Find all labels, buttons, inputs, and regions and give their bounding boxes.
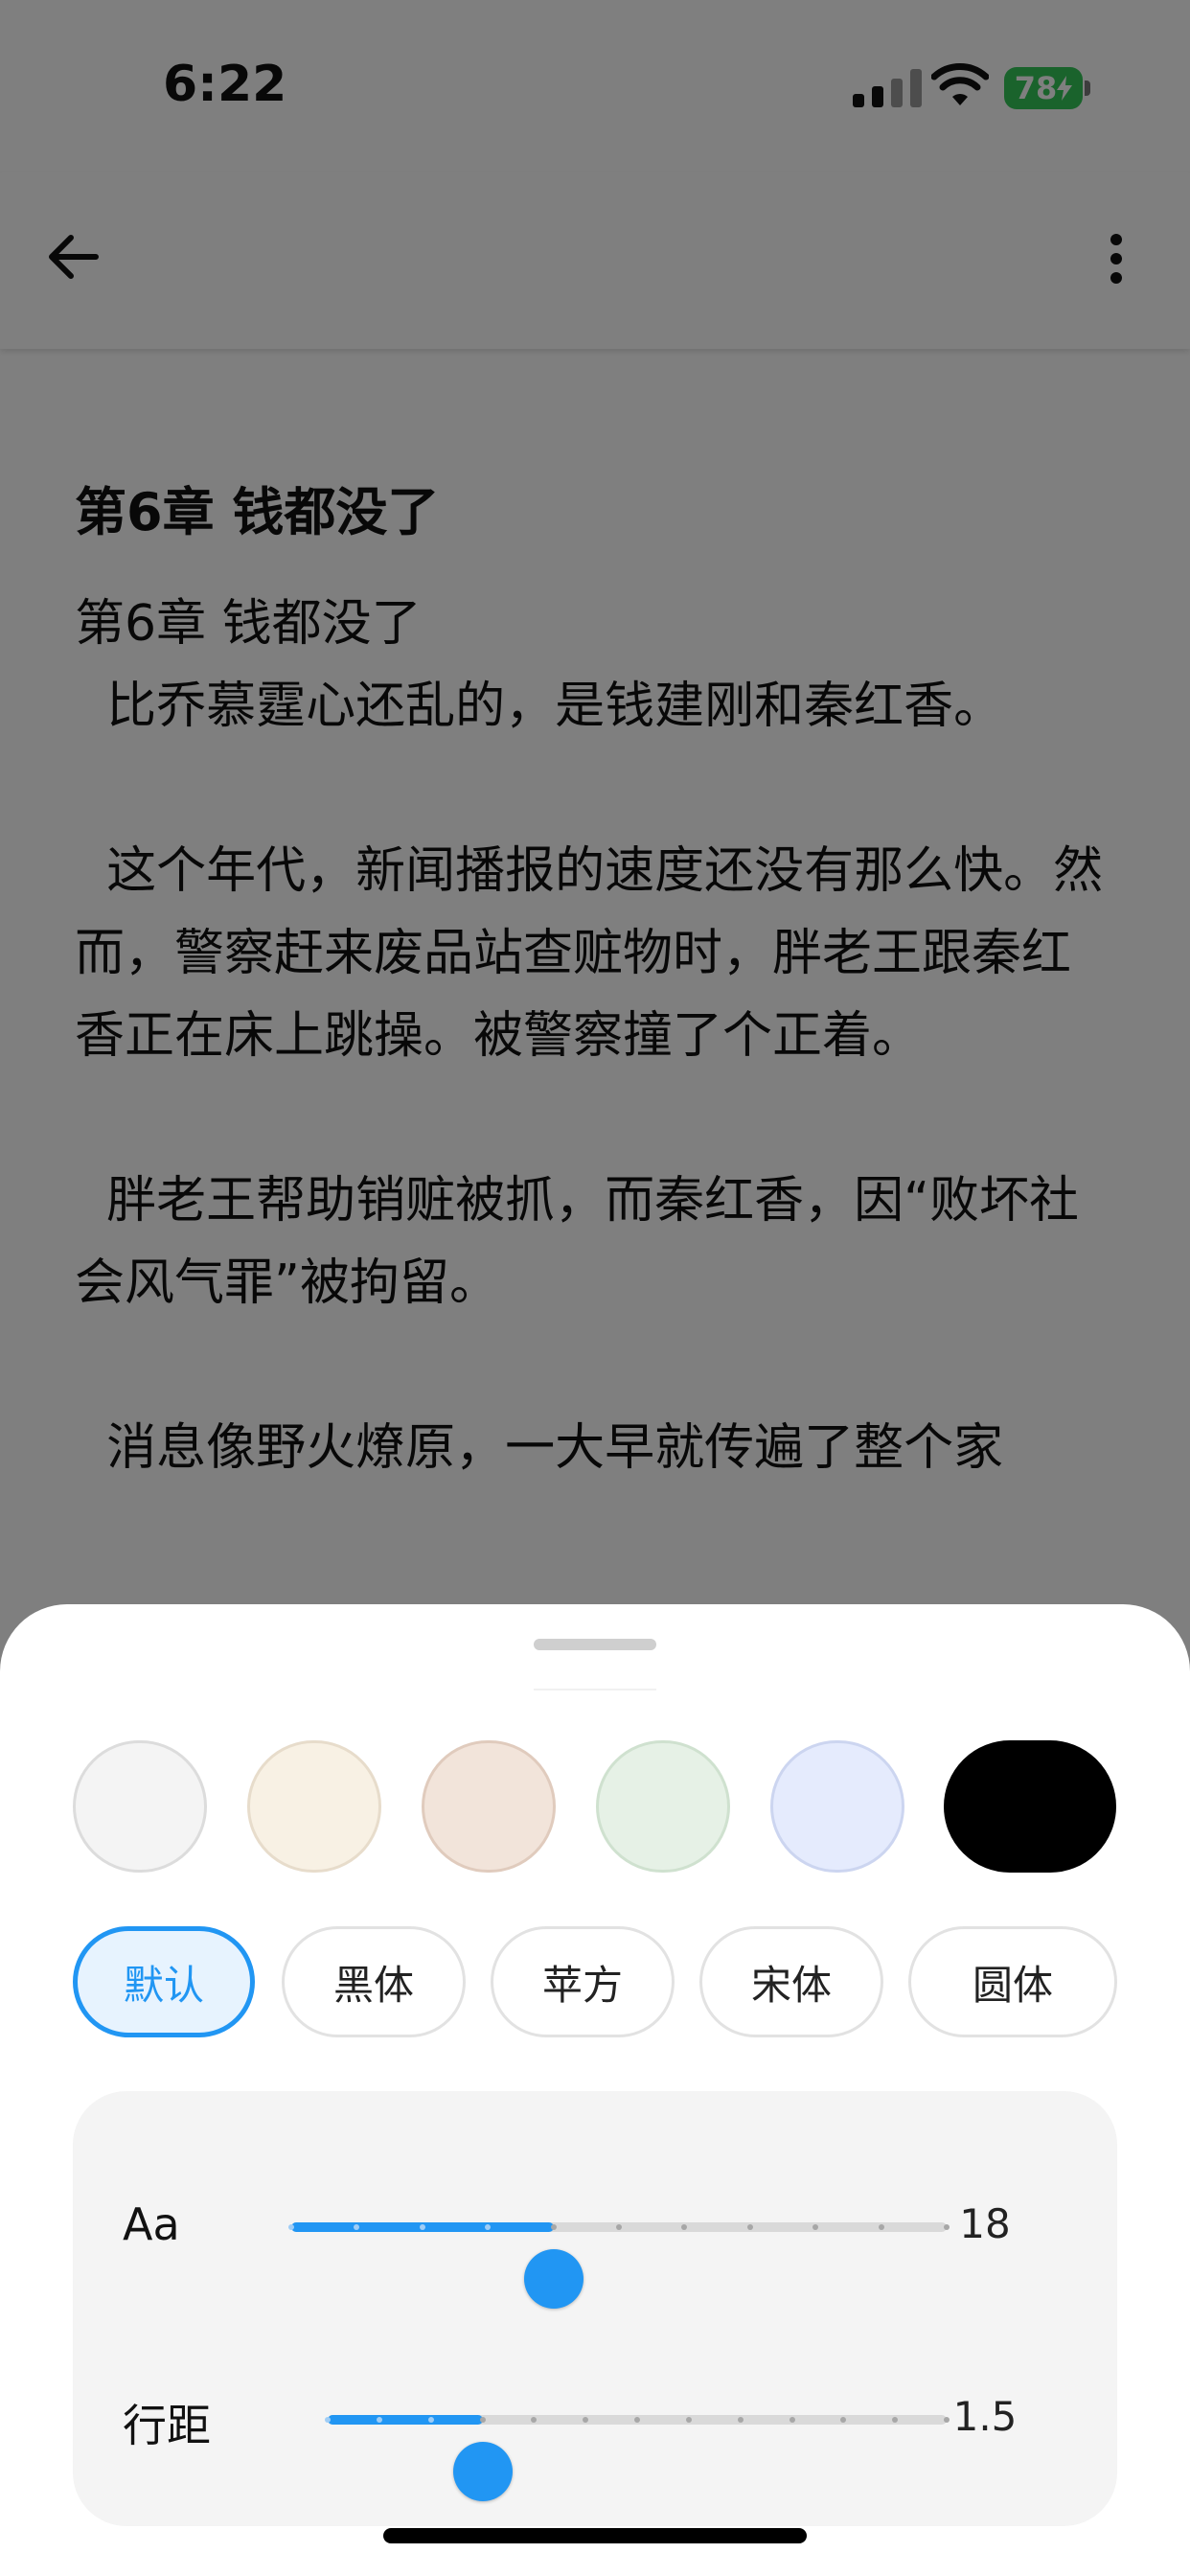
slider-tick [737, 2417, 744, 2423]
slider-tick [325, 2417, 331, 2423]
line-spacing-slider-fill [328, 2415, 483, 2425]
slider-tick [634, 2417, 640, 2423]
slider-tick [789, 2417, 795, 2423]
line-spacing-slider-thumb[interactable] [452, 2442, 513, 2501]
font-option-songti[interactable]: 宋体 [699, 1926, 883, 2037]
font-option-pingfang[interactable]: 苹方 [491, 1926, 675, 2037]
swatch-white[interactable] [73, 1740, 207, 1873]
line-spacing-slider[interactable] [325, 2415, 950, 2501]
home-indicator [383, 2528, 807, 2543]
slider-tick [288, 2224, 294, 2230]
font-size-label: Aa [123, 2198, 180, 2250]
slider-tick [427, 2417, 434, 2423]
swatch-mint[interactable] [596, 1740, 730, 1873]
slider-tick [531, 2417, 538, 2423]
swatch-peach[interactable] [422, 1740, 556, 1873]
typography-panel: Aa 18 行距 1.5 [73, 2091, 1117, 2526]
slider-tick [376, 2417, 382, 2423]
sheet-divider [534, 1689, 656, 1690]
swatch-cream[interactable] [247, 1740, 381, 1873]
font-option-default[interactable]: 默认 [73, 1926, 255, 2037]
slider-tick [746, 2224, 753, 2230]
swatch-black[interactable] [944, 1740, 1116, 1873]
font-option-yuanti[interactable]: 圆体 [908, 1926, 1117, 2037]
font-size-row: Aa 18 [73, 2170, 1117, 2309]
slider-tick [878, 2224, 884, 2230]
line-spacing-value: 1.5 [952, 2393, 1018, 2440]
font-size-slider[interactable] [288, 2222, 950, 2309]
font-option-heiti[interactable]: 黑体 [282, 1926, 466, 2037]
slider-tick [479, 2417, 486, 2423]
reading-settings-sheet: 默认 黑体 苹方 宋体 圆体 Aa 18 行距 1.5 [0, 1604, 1190, 2576]
slider-tick [812, 2224, 819, 2230]
slider-tick [616, 2224, 622, 2230]
drag-handle[interactable] [534, 1639, 656, 1650]
slider-tick [681, 2224, 688, 2230]
slider-tick [892, 2417, 899, 2423]
slider-tick [419, 2224, 425, 2230]
swatch-lavender[interactable] [770, 1740, 904, 1873]
slider-tick [583, 2417, 589, 2423]
font-size-value: 18 [959, 2200, 1011, 2247]
slider-tick [550, 2224, 557, 2230]
line-spacing-label: 行距 [123, 2400, 211, 2451]
line-spacing-row: 行距 1.5 [73, 2362, 1117, 2501]
slider-tick [840, 2417, 847, 2423]
font-size-slider-thumb[interactable] [523, 2249, 584, 2309]
slider-tick [685, 2417, 692, 2423]
